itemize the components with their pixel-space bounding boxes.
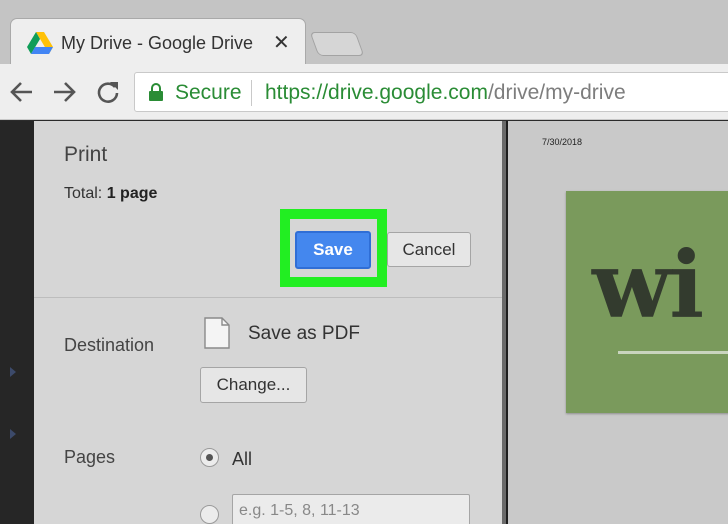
change-destination-button[interactable]: Change...: [200, 367, 307, 403]
destination-value: Save as PDF: [248, 323, 360, 344]
url-text: https://drive.google.com/drive/my-drive: [265, 81, 626, 105]
tab-my-drive[interactable]: My Drive - Google Drive ✕: [10, 18, 306, 66]
save-button[interactable]: Save: [295, 231, 371, 269]
drive-sidebar-dimmed: [0, 121, 34, 524]
url-path: /drive/my-drive: [487, 81, 626, 104]
address-bar[interactable]: Secure https://drive.google.com/drive/my…: [134, 72, 728, 112]
back-arrow-icon[interactable]: [8, 78, 36, 106]
print-settings-panel: Print Total: 1 page Save Cancel Destinat…: [34, 121, 502, 524]
reload-icon[interactable]: [94, 78, 122, 106]
browser-toolbar: Secure https://drive.google.com/drive/my…: [0, 64, 728, 120]
expand-arrow-icon: [10, 429, 16, 439]
url-host: https://drive.google.com: [265, 81, 488, 104]
print-title: Print: [64, 143, 108, 166]
secure-label: Secure: [175, 81, 242, 104]
forward-arrow-icon[interactable]: [50, 78, 78, 106]
pdf-file-icon: [204, 317, 230, 349]
pages-all-radio[interactable]: [200, 448, 219, 467]
expand-arrow-icon: [10, 367, 16, 377]
tab-strip: My Drive - Google Drive ✕: [0, 0, 728, 66]
lock-icon: [149, 83, 163, 101]
pages-label: Pages: [64, 447, 116, 467]
total-label: Total:: [64, 185, 103, 202]
pages-all-label: All: [232, 449, 253, 469]
google-drive-icon: [27, 32, 53, 54]
destination-label: Destination: [64, 335, 155, 355]
pages-custom-radio[interactable]: [200, 505, 219, 524]
total-value: 1 page: [106, 185, 158, 202]
total-pages: Total: 1 page: [64, 185, 157, 203]
pages-custom-input[interactable]: [232, 494, 470, 524]
close-tab-icon[interactable]: ✕: [273, 30, 290, 55]
preview-logo-image: wi: [566, 191, 728, 413]
new-tab-button[interactable]: [309, 32, 365, 56]
logo-rule: [618, 351, 728, 354]
omnibox-separator: [251, 80, 252, 106]
print-preview-page: 7/30/2018 wi: [506, 121, 728, 524]
logo-text: wi: [592, 231, 704, 339]
tab-title: My Drive - Google Drive: [61, 33, 254, 53]
divider: [34, 297, 502, 298]
cancel-button[interactable]: Cancel: [387, 232, 471, 267]
preview-date: 7/30/2018: [542, 137, 583, 147]
